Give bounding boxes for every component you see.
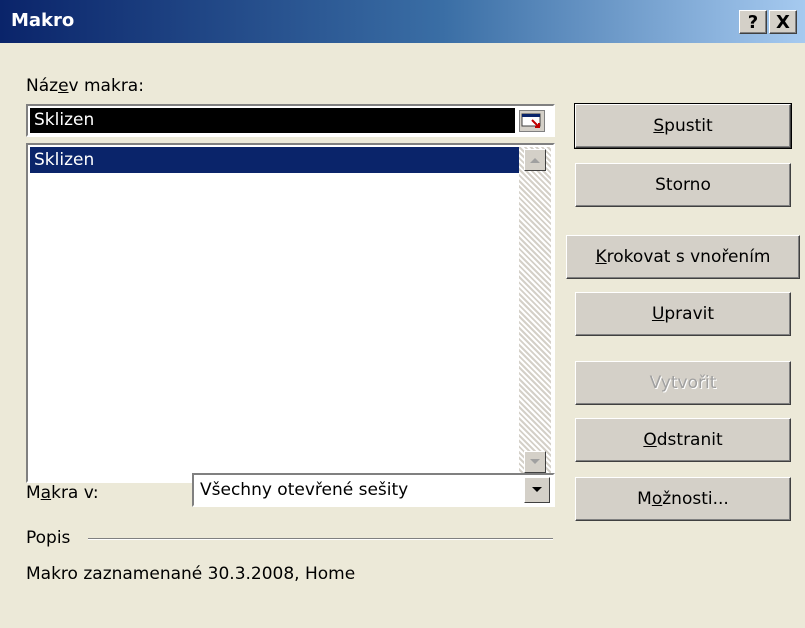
description-text: Makro zaznamenané 30.3.2008, Home	[26, 564, 356, 584]
arrow-down-icon	[530, 459, 540, 464]
range-select-icon	[521, 113, 541, 128]
options-button[interactable]: Mo žnosti...	[575, 477, 791, 521]
macro-name-field[interactable]: Sklizen	[26, 104, 555, 137]
close-button[interactable]: X	[769, 10, 797, 34]
run-button[interactable]: Spustit	[574, 103, 792, 149]
scroll-up-button[interactable]	[524, 149, 546, 171]
help-button[interactable]: ?	[739, 10, 767, 34]
edit-button[interactable]: Upravit	[575, 292, 791, 336]
dropdown-button[interactable]	[524, 477, 550, 503]
collapse-dialog-button[interactable]	[519, 110, 545, 132]
scroll-down-button[interactable]	[524, 451, 546, 473]
macro-name-input[interactable]: Sklizen	[30, 108, 515, 133]
title-bar[interactable]: Makro ? X	[0, 0, 805, 43]
description-heading: Popis	[26, 528, 71, 548]
cancel-button[interactable]: Storno	[575, 163, 791, 207]
description-divider	[88, 538, 553, 540]
macro-dialog: Název makra: Sklizen Sklizen Makra v: Vš…	[0, 43, 805, 628]
window-title: Makro	[11, 10, 75, 31]
macros-in-select[interactable]: Všechny otevřené sešity	[192, 473, 555, 507]
macros-in-value: Všechny otevřené sešity	[200, 480, 409, 500]
list-item[interactable]: Sklizen	[30, 147, 519, 173]
create-button[interactable]: Vytvořit	[575, 361, 791, 405]
macros-in-label: Makra v:	[26, 483, 99, 503]
arrow-up-icon	[530, 158, 540, 163]
macro-name-label: Název makra:	[26, 76, 144, 96]
step-into-button[interactable]: Krokovat s vnořením	[566, 235, 800, 279]
delete-button[interactable]: Odstranit	[575, 418, 791, 462]
macro-list[interactable]: Sklizen	[26, 143, 555, 483]
chevron-down-icon	[532, 487, 542, 492]
scrollbar[interactable]	[519, 147, 551, 479]
